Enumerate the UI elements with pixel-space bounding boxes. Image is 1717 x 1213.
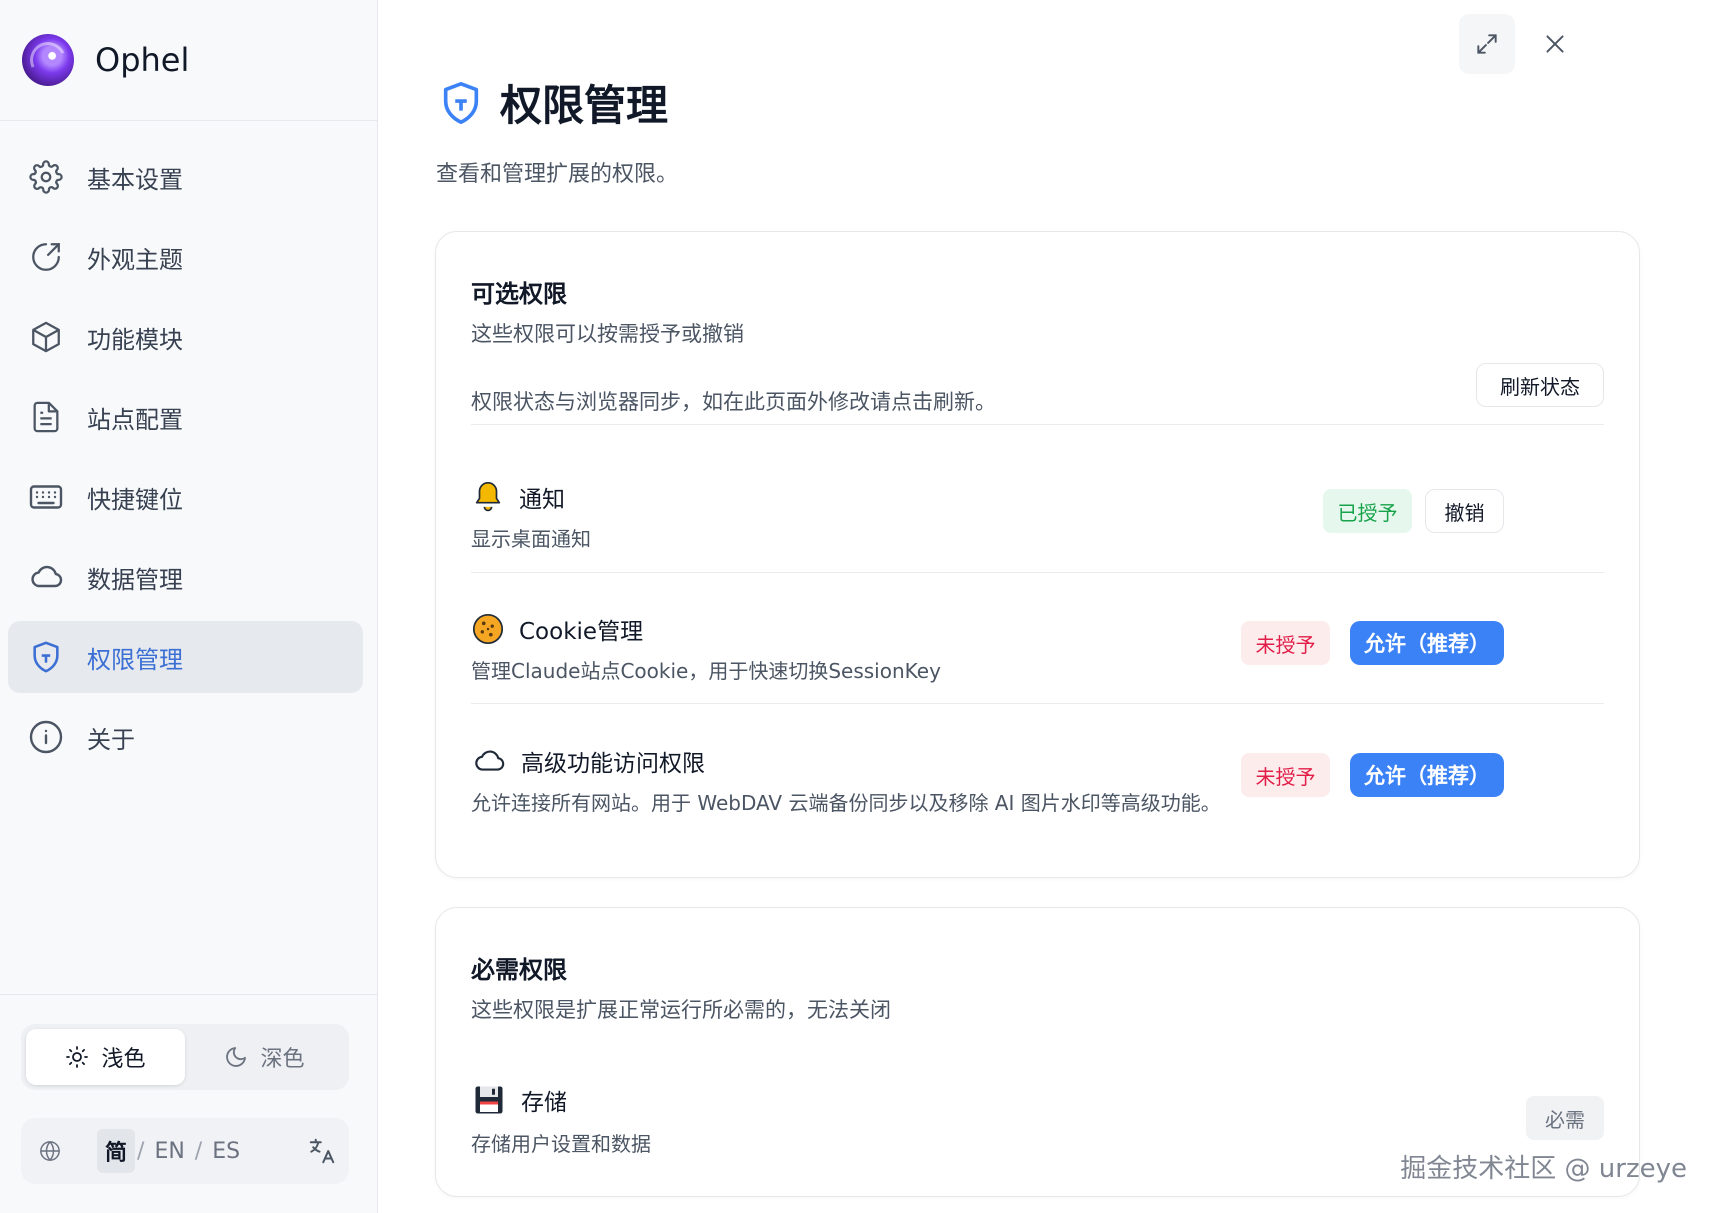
sidebar-item-basic-settings[interactable]: 基本设置 [8, 141, 363, 213]
brand: Ophel [0, 0, 377, 121]
theme-dark-button[interactable]: 深色 [185, 1029, 344, 1085]
sidebar-footer: 浅色 深色 简 / EN / ES [0, 994, 377, 1213]
card-title: 必需权限 [471, 956, 567, 984]
page-header: 权限管理 [438, 72, 668, 133]
status-badge: 未授予 [1241, 621, 1330, 665]
bell-icon [475, 481, 501, 512]
permission-description: 管理Claude站点Cookie，用于快速切换SessionKey [471, 659, 941, 683]
cloud-icon [28, 559, 64, 595]
sync-hint: 权限状态与浏览器同步，如在此页面外修改请点击刷新。 [471, 390, 996, 414]
sidebar: Ophel 基本设置 外观主题 功能模块 站点配置 快捷键位 数据管理 权限管理… [0, 0, 378, 1213]
translate-icon[interactable] [307, 1136, 337, 1166]
sidebar-nav: 基本设置 外观主题 功能模块 站点配置 快捷键位 数据管理 权限管理 关于 [0, 121, 377, 773]
shield-icon [443, 81, 479, 124]
lang-en-option[interactable]: EN [146, 1133, 192, 1170]
permission-name: 通知 [519, 487, 565, 513]
permission-cookie: Cookie管理 [471, 612, 643, 646]
floppy-disk-icon [475, 1086, 503, 1114]
permission-description: 存储用户设置和数据 [471, 1132, 651, 1156]
palette-icon [28, 239, 64, 275]
shield-icon [28, 639, 64, 675]
sidebar-item-label: 外观主题 [87, 245, 183, 274]
close-icon [1546, 35, 1564, 53]
sidebar-item-appearance[interactable]: 外观主题 [8, 221, 363, 293]
divider [471, 572, 1604, 573]
lang-es-option[interactable]: ES [204, 1133, 248, 1170]
sidebar-item-about[interactable]: 关于 [8, 701, 363, 773]
permission-description: 显示桌面通知 [471, 527, 591, 551]
theme-toggle: 浅色 深色 [21, 1024, 349, 1090]
page-title: 权限管理 [500, 81, 669, 130]
sidebar-item-label: 站点配置 [87, 405, 183, 434]
card-description: 这些权限可以按需授予或撤销 [471, 322, 744, 346]
theme-light-label: 浅色 [101, 1047, 146, 1072]
keyboard-icon [28, 479, 64, 515]
main-content: 权限管理 查看和管理扩展的权限。 可选权限 这些权限可以按需授予或撤销 权限状态… [379, 0, 1717, 1213]
card-title: 可选权限 [471, 280, 567, 308]
sidebar-item-permissions[interactable]: 权限管理 [8, 621, 363, 693]
theme-dark-label: 深色 [260, 1047, 305, 1072]
sidebar-item-label: 数据管理 [87, 565, 183, 594]
permission-name: Cookie管理 [519, 619, 644, 645]
close-button[interactable] [1527, 14, 1583, 74]
sidebar-item-label: 快捷键位 [87, 485, 183, 514]
brand-name: Ophel [95, 41, 190, 79]
allow-button[interactable]: 允许（推荐） [1350, 621, 1504, 665]
sun-icon [66, 1046, 89, 1068]
revoke-button[interactable]: 撤销 [1425, 489, 1504, 533]
permission-advanced: 高级功能访问权限 [471, 744, 705, 778]
allow-button[interactable]: 允许（推荐） [1350, 753, 1504, 797]
cloud-icon [475, 750, 505, 771]
document-icon [28, 399, 64, 435]
info-icon [28, 719, 64, 755]
permission-name: 高级功能访问权限 [521, 751, 705, 777]
sidebar-item-site-config[interactable]: 站点配置 [8, 381, 363, 453]
page-subtitle: 查看和管理扩展的权限。 [436, 162, 679, 187]
permission-storage: 存储 [471, 1082, 567, 1118]
status-badge: 已授予 [1323, 489, 1412, 533]
status-badge: 必需 [1526, 1096, 1604, 1140]
cookie-icon [472, 613, 504, 645]
lang-separator: / [137, 1138, 145, 1164]
sidebar-item-label: 功能模块 [87, 325, 183, 354]
globe-icon [40, 1141, 60, 1161]
lang-separator: / [194, 1138, 203, 1164]
moon-icon [226, 1047, 247, 1067]
refresh-status-button[interactable]: 刷新状态 [1476, 363, 1604, 407]
watermark: 掘金技术社区 @ urzeye [1400, 1154, 1687, 1184]
sidebar-item-modules[interactable]: 功能模块 [8, 301, 363, 373]
optional-permissions-card: 可选权限 这些权限可以按需授予或撤销 权限状态与浏览器同步，如在此页面外修改请点… [435, 231, 1640, 878]
theme-light-button[interactable]: 浅色 [26, 1029, 185, 1085]
sidebar-item-label: 基本设置 [87, 165, 183, 194]
cube-icon [28, 319, 64, 355]
sidebar-item-label: 权限管理 [87, 645, 183, 674]
divider [471, 703, 1604, 704]
status-badge: 未授予 [1241, 753, 1330, 797]
sidebar-item-shortcuts[interactable]: 快捷键位 [8, 461, 363, 533]
permission-description: 允许连接所有网站。用于 WebDAV 云端备份同步以及移除 AI 图片水印等高级… [471, 791, 1221, 815]
ophel-logo-icon [22, 34, 74, 86]
expand-icon [1477, 34, 1497, 54]
lang-zh-option[interactable]: 简 [97, 1129, 136, 1173]
gear-icon [28, 159, 64, 195]
permission-name: 存储 [521, 1090, 567, 1116]
card-description: 这些权限是扩展正常运行所必需的，无法关闭 [471, 998, 891, 1022]
divider [471, 424, 1604, 425]
permission-notification: 通知 [471, 479, 565, 515]
sidebar-item-label: 关于 [87, 725, 135, 754]
expand-button[interactable] [1459, 14, 1515, 74]
sidebar-item-data[interactable]: 数据管理 [8, 541, 363, 613]
language-switcher: 简 / EN / ES [21, 1118, 349, 1184]
